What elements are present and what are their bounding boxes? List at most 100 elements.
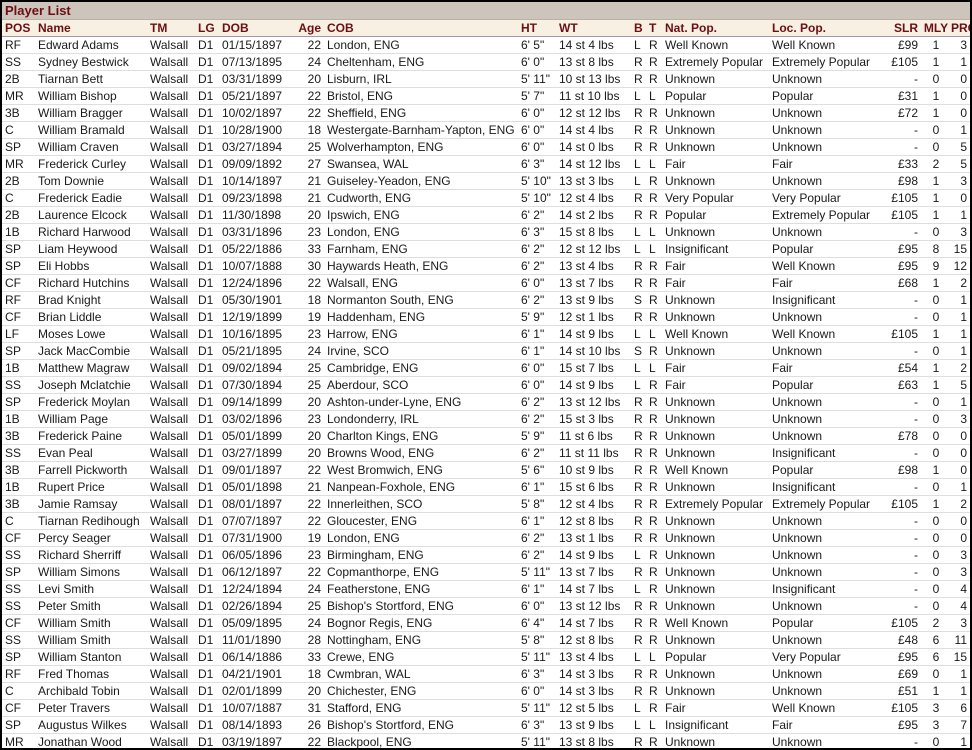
cell-name[interactable]: William Smith [35,631,147,649]
cell-name[interactable]: Jonathan Wood [35,733,147,748]
cell-name[interactable]: William Simons [35,563,147,581]
cell-name[interactable]: Jamie Ramsay [35,495,147,513]
cell-name[interactable]: Richard Harwood [35,223,147,241]
table-row[interactable]: SP William Stanton Walsall D1 06/14/1886 33 Cr… [2,648,970,666]
table-row[interactable]: SP Eli Hobbs Walsall D1 10/07/1888 30 Haywards… [2,257,970,275]
cell-name[interactable]: Richard Sherriff [35,546,147,564]
table-row[interactable]: RF Edward Adams Walsall D1 01/15/1897 22 Londo… [2,36,970,54]
table-row[interactable]: CF Richard Hutchins Walsall D1 12/24/1896 22 W… [2,274,970,292]
table-row[interactable]: SS Joseph Mclatchie Walsall D1 07/30/1894 25 A… [2,376,970,394]
cell-name[interactable]: Rupert Price [35,478,147,496]
cell-name[interactable]: Archibald Tobin [35,682,147,700]
cell-name[interactable]: William Bishop [35,87,147,105]
column-header-cob[interactable]: COB [324,20,518,37]
column-header-salary[interactable]: SLR [876,20,921,37]
cell-name[interactable]: Fred Thomas [35,665,147,683]
column-header-throws[interactable]: T [646,20,662,37]
table-row[interactable]: SS Peter Smith Walsall D1 02/26/1894 25 Bishop… [2,597,970,615]
column-header-loc-pop[interactable]: Loc. Pop. [769,20,876,37]
table-row[interactable]: C Frederick Eadie Walsall D1 09/23/1898 21 Cud… [2,189,970,207]
column-header-age[interactable]: Age [289,20,324,37]
table-row[interactable]: SP Jack MacCombie Walsall D1 05/21/1895 24 Irv… [2,342,970,360]
cell-name[interactable]: Evan Peal [35,444,147,462]
table-row[interactable]: CF William Smith Walsall D1 05/09/1895 24 Bogn… [2,614,970,632]
cell-name[interactable]: William Smith [35,614,147,632]
column-header-height[interactable]: HT [518,20,556,37]
table-row[interactable]: MR Frederick Curley Walsall D1 09/09/1892 27 S… [2,155,970,173]
table-row[interactable]: C William Bramald Walsall D1 10/28/1900 18 Wes… [2,121,970,139]
table-row[interactable]: SS Sydney Bestwick Walsall D1 07/13/1895 24 Ch… [2,53,970,71]
cell-name[interactable]: Levi Smith [35,580,147,598]
table-row[interactable]: SP William Craven Walsall D1 03/27/1894 25 Wol… [2,138,970,156]
table-row[interactable]: SP Liam Heywood Walsall D1 05/22/1886 33 Farnh… [2,240,970,258]
table-row[interactable]: SP William Simons Walsall D1 06/12/1897 22 Cop… [2,563,970,581]
table-row[interactable]: 2B Laurence Elcock Walsall D1 11/30/1898 20 Ip… [2,206,970,224]
table-row[interactable]: LF Moses Lowe Walsall D1 10/16/1895 23 Harrow,… [2,325,970,343]
table-row[interactable]: 2B Tiarnan Bett Walsall D1 03/31/1899 20 Lisbu… [2,70,970,88]
cell-name[interactable]: William Bramald [35,121,147,139]
column-header-proy[interactable]: PROY [951,20,970,37]
cell-name[interactable]: Percy Seager [35,529,147,547]
table-row[interactable]: 3B Farrell Pickworth Walsall D1 09/01/1897 22… [2,461,970,479]
table-row[interactable]: CF Peter Travers Walsall D1 10/07/1887 31 Staf… [2,699,970,717]
column-header-mly[interactable]: MLY [921,20,951,37]
table-row[interactable]: CF Percy Seager Walsall D1 07/31/1900 19 Londo… [2,529,970,547]
cell-name[interactable]: Jack MacCombie [35,342,147,360]
table-row[interactable]: MR William Bishop Walsall D1 05/21/1897 22 Bri… [2,87,970,105]
table-row[interactable]: SS Richard Sherriff Walsall D1 06/05/1896 23 B… [2,546,970,564]
table-row[interactable]: SS Evan Peal Walsall D1 03/27/1899 20 Browns W… [2,444,970,462]
table-row[interactable]: SP Augustus Wilkes Walsall D1 08/14/1893 26 Bi… [2,716,970,734]
table-row[interactable]: 1B William Page Walsall D1 03/02/1896 23 Londo… [2,410,970,428]
column-header-dob[interactable]: DOB [219,20,289,37]
table-row[interactable]: C Archibald Tobin Walsall D1 02/01/1899 20 Chi… [2,682,970,700]
cell-name[interactable]: Matthew Magraw [35,359,147,377]
cell-name[interactable]: William Craven [35,138,147,156]
cell-name[interactable]: Joseph Mclatchie [35,376,147,394]
cell-name[interactable]: William Bragger [35,104,147,122]
cell-name[interactable]: Tiarnan Redihough [35,512,147,530]
table-row[interactable]: C Tiarnan Redihough Walsall D1 07/07/1897 22 G… [2,512,970,530]
cell-name[interactable]: Augustus Wilkes [35,716,147,734]
column-header-weight[interactable]: WT [556,20,631,37]
column-header-nat-pop[interactable]: Nat. Pop. [662,20,769,37]
column-header-league[interactable]: LG [195,20,219,37]
cell-name[interactable]: Brian Liddle [35,308,147,326]
cell-name[interactable]: Laurence Elcock [35,206,147,224]
cell-name[interactable]: Peter Travers [35,699,147,717]
cell-name[interactable]: Tom Downie [35,172,147,190]
cell-name[interactable]: Richard Hutchins [35,274,147,292]
table-row[interactable]: 3B Jamie Ramsay Walsall D1 08/01/1897 22 Inner… [2,495,970,513]
cell-name[interactable]: Brad Knight [35,291,147,309]
cell-name[interactable]: Edward Adams [35,36,147,54]
column-header-bats[interactable]: B [631,20,646,37]
cell-name[interactable]: Liam Heywood [35,240,147,258]
column-header-name[interactable]: Name [35,20,147,37]
table-row[interactable]: CF Brian Liddle Walsall D1 12/19/1899 19 Hadde… [2,308,970,326]
cell-name[interactable]: William Stanton [35,648,147,666]
table-row[interactable]: SP Frederick Moylan Walsall D1 09/14/1899 20 A… [2,393,970,411]
cell-name[interactable]: Eli Hobbs [35,257,147,275]
column-header-pos[interactable]: POS [2,20,35,37]
cell-name[interactable]: Tiarnan Bett [35,70,147,88]
table-row[interactable]: 1B Rupert Price Walsall D1 05/01/1898 21 Nanpe… [2,478,970,496]
cell-name[interactable]: Frederick Curley [35,155,147,173]
table-row[interactable]: 2B Tom Downie Walsall D1 10/14/1897 21 Guisele… [2,172,970,190]
table-row[interactable]: SS Levi Smith Walsall D1 12/24/1894 24 Feather… [2,580,970,598]
table-row[interactable]: 3B William Bragger Walsall D1 10/02/1897 22 Sh… [2,104,970,122]
cell-name[interactable]: William Page [35,410,147,428]
table-row[interactable]: SS William Smith Walsall D1 11/01/1890 28 Nott… [2,631,970,649]
table-row[interactable]: RF Brad Knight Walsall D1 05/30/1901 18 Norman… [2,291,970,309]
cell-name[interactable]: Frederick Moylan [35,393,147,411]
table-row[interactable]: 1B Richard Harwood Walsall D1 03/31/1896 23 Lo… [2,223,970,241]
table-row[interactable]: RF Fred Thomas Walsall D1 04/21/1901 18 Cwmbra… [2,665,970,683]
table-row[interactable]: MR Jonathan Wood Walsall D1 03/19/1897 22 Blac… [2,733,970,748]
cell-name[interactable]: Frederick Eadie [35,189,147,207]
cell-name[interactable]: Farrell Pickworth [35,461,147,479]
table-row[interactable]: 3B Frederick Paine Walsall D1 05/01/1899 20 Ch… [2,427,970,445]
cell-name[interactable]: Moses Lowe [35,325,147,343]
cell-name[interactable]: Sydney Bestwick [35,53,147,71]
cell-name[interactable]: Frederick Paine [35,427,147,445]
table-row[interactable]: 1B Matthew Magraw Walsall D1 09/02/1894 25 Cam… [2,359,970,377]
column-header-team[interactable]: TM [147,20,195,37]
cell-name[interactable]: Peter Smith [35,597,147,615]
